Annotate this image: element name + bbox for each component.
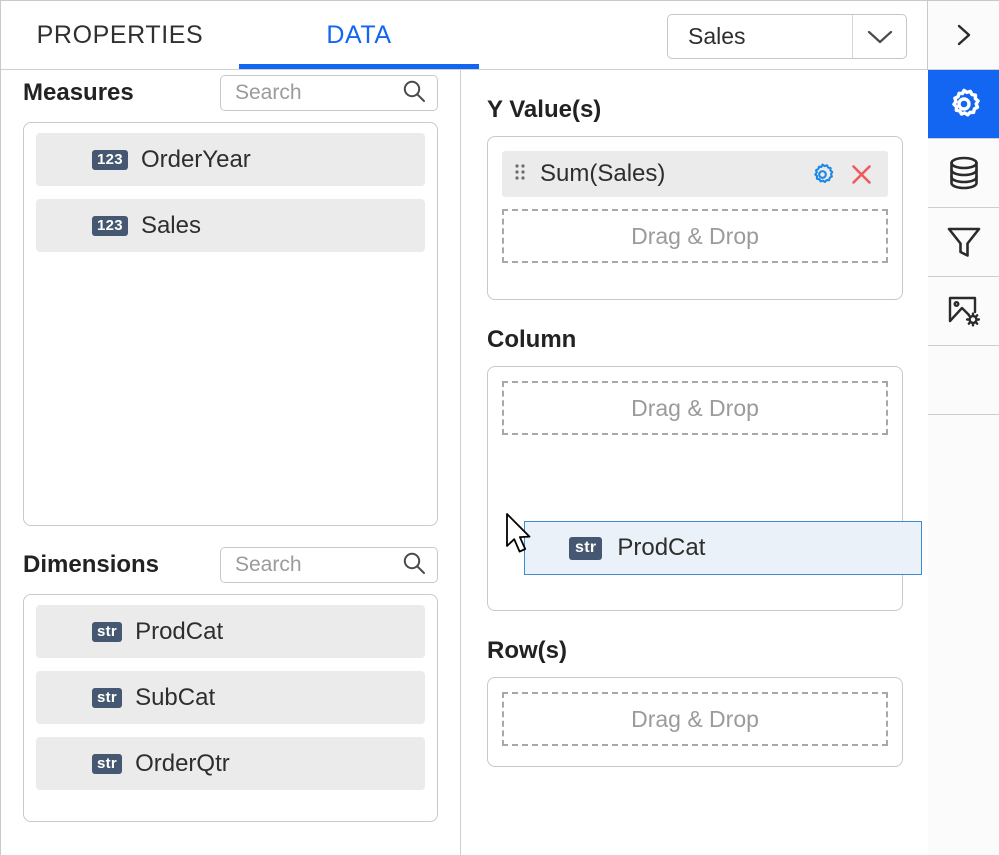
- column-shelf-title: Column: [487, 300, 903, 366]
- fields-column: Measures 123 OrderYear 123 Sales: [1, 70, 461, 855]
- dimensions-title: Dimensions: [23, 551, 159, 579]
- rows-dropzone[interactable]: Drag & Drop: [502, 692, 888, 746]
- y-value-pill-sum-sales[interactable]: Sum(Sales): [502, 151, 888, 197]
- shelves-column: Y Value(s) Sum(Sales): [462, 70, 928, 855]
- dimension-field-orderqtr[interactable]: str OrderQtr: [36, 737, 425, 790]
- measures-search-input[interactable]: [235, 81, 395, 105]
- rows-shelf-title: Row(s): [487, 611, 903, 677]
- y-value-pill-label: Sum(Sales): [540, 160, 665, 188]
- tab-data-label: DATA: [326, 21, 391, 50]
- rail-item-expand[interactable]: [928, 1, 999, 70]
- dimensions-field-list: str ProdCat str SubCat str OrderQtr: [23, 594, 438, 822]
- y-values-dropzone-label: Drag & Drop: [631, 223, 759, 250]
- rail-spacer: [928, 346, 999, 415]
- chevron-right-icon: [953, 22, 975, 48]
- dimension-field-label: ProdCat: [135, 618, 223, 646]
- measures-title: Measures: [23, 79, 134, 107]
- rail-item-image-settings[interactable]: [928, 277, 999, 346]
- dimensions-search-input[interactable]: [235, 553, 395, 577]
- dataset-select[interactable]: Sales: [667, 14, 907, 59]
- dimension-field-label: SubCat: [135, 684, 215, 712]
- y-values-shelf[interactable]: Sum(Sales): [487, 136, 903, 300]
- rail-item-settings[interactable]: [928, 70, 999, 139]
- measure-field-label: Sales: [141, 212, 201, 240]
- y-values-dropzone[interactable]: Drag & Drop: [502, 209, 888, 263]
- drag-handle-icon[interactable]: [514, 162, 526, 187]
- database-icon: [946, 154, 982, 192]
- close-x-icon[interactable]: [849, 162, 874, 187]
- measure-field-sales[interactable]: 123 Sales: [36, 199, 425, 252]
- panel-header: PROPERTIES DATA Sales: [1, 1, 928, 70]
- tab-properties-label: PROPERTIES: [37, 21, 204, 50]
- search-icon[interactable]: [401, 550, 427, 581]
- rail-item-filter[interactable]: [928, 208, 999, 277]
- measures-field-list: 123 OrderYear 123 Sales: [23, 122, 438, 526]
- filter-funnel-icon: [945, 223, 983, 261]
- measures-search-box[interactable]: [220, 75, 438, 111]
- measure-field-orderyear[interactable]: 123 OrderYear: [36, 133, 425, 186]
- type-badge-string: str: [92, 754, 122, 774]
- measures-header: Measures: [1, 70, 460, 116]
- type-badge-number: 123: [92, 150, 128, 170]
- type-badge-number: 123: [92, 216, 128, 236]
- gear-icon: [945, 85, 983, 123]
- image-settings-icon: [945, 292, 983, 330]
- type-badge-string: str: [92, 688, 122, 708]
- data-panel-app: PROPERTIES DATA Sales: [0, 0, 999, 855]
- chevron-down-icon[interactable]: [852, 15, 906, 58]
- dimension-field-label: OrderQtr: [135, 750, 230, 778]
- gear-icon[interactable]: [810, 162, 835, 187]
- y-value-pill-actions: [810, 162, 874, 187]
- column-shelf[interactable]: Drag & Drop: [487, 366, 903, 611]
- dataset-select-value: Sales: [668, 15, 852, 58]
- column-dropzone[interactable]: Drag & Drop: [502, 381, 888, 435]
- rail-item-data-source[interactable]: [928, 139, 999, 208]
- tab-properties[interactable]: PROPERTIES: [1, 1, 239, 69]
- search-icon[interactable]: [401, 78, 427, 109]
- dimension-field-subcat[interactable]: str SubCat: [36, 671, 425, 724]
- dimensions-header: Dimensions: [1, 542, 460, 588]
- measure-field-label: OrderYear: [141, 146, 251, 174]
- dimensions-search-box[interactable]: [220, 547, 438, 583]
- right-icon-rail: [927, 1, 999, 855]
- y-values-title: Y Value(s): [487, 70, 903, 136]
- type-badge-string: str: [92, 622, 122, 642]
- rows-dropzone-label: Drag & Drop: [631, 706, 759, 733]
- tab-data[interactable]: DATA: [239, 1, 479, 69]
- dimension-field-prodcat[interactable]: str ProdCat: [36, 605, 425, 658]
- rows-shelf[interactable]: Drag & Drop: [487, 677, 903, 767]
- column-dropzone-label: Drag & Drop: [631, 395, 759, 422]
